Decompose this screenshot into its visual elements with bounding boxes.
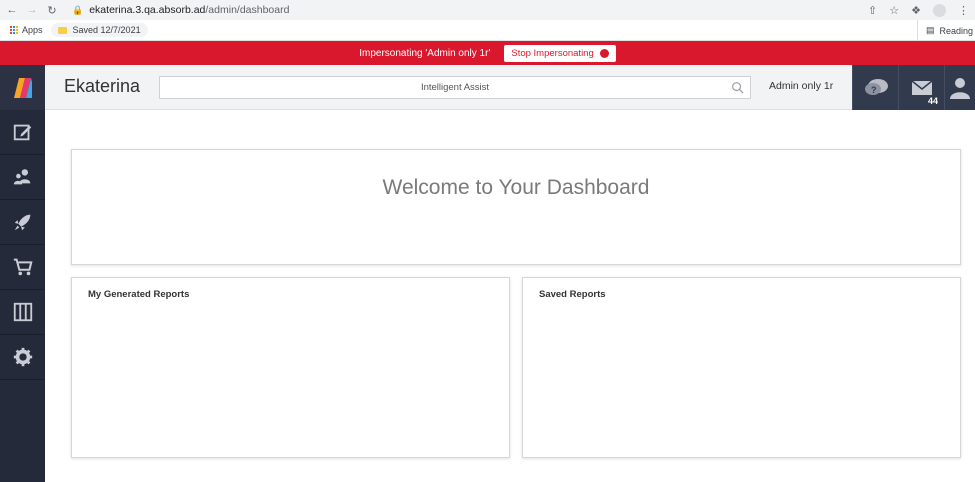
stop-impersonating-button[interactable]: Stop Impersonating xyxy=(504,44,616,62)
saved-bookmark-label: Saved 12/7/2021 xyxy=(72,25,141,35)
left-sidebar xyxy=(0,65,45,482)
columns-icon xyxy=(13,302,32,322)
sidebar-item-courses[interactable] xyxy=(0,200,45,245)
reload-icon[interactable]: ↻ xyxy=(44,4,60,17)
absorb-logo[interactable] xyxy=(0,65,45,110)
help-chat-button[interactable]: ? xyxy=(852,65,898,110)
sidebar-item-edit[interactable] xyxy=(0,110,45,155)
address-bar[interactable]: 🔒 ekaterina.3.qa.absorb.ad/admin/dashboa… xyxy=(72,2,289,18)
reading-list-icon: ▤ xyxy=(926,25,935,35)
gear-icon xyxy=(13,347,32,367)
absorb-logo-icon xyxy=(13,77,32,98)
back-arrow-icon[interactable]: ← xyxy=(4,4,20,16)
saved-bookmark-folder[interactable]: Saved 12/7/2021 xyxy=(50,23,148,37)
current-user-name[interactable]: Admin only 1r xyxy=(769,80,833,92)
impersonation-banner: Impersonating 'Admin only 1r' Stop Imper… xyxy=(0,41,975,65)
user-profile-icon xyxy=(950,77,970,99)
extensions-icon[interactable]: ❖ xyxy=(911,4,921,17)
chat-help-icon: ? xyxy=(864,78,888,95)
reading-list-label: Reading list xyxy=(939,25,975,36)
sidebar-item-layout[interactable] xyxy=(0,290,45,335)
saved-reports-card: Saved Reports xyxy=(522,277,961,458)
my-generated-reports-card: My Generated Reports xyxy=(71,277,510,458)
my-generated-reports-title: My Generated Reports xyxy=(88,289,190,300)
profile-button[interactable] xyxy=(944,65,975,110)
intelligent-assist-search[interactable]: Intelligent Assist xyxy=(159,76,751,99)
welcome-card: Welcome to Your Dashboard xyxy=(71,149,961,265)
cart-icon xyxy=(13,258,33,276)
messages-button[interactable]: 44 xyxy=(898,65,944,110)
sidebar-item-settings[interactable] xyxy=(0,335,45,380)
users-icon xyxy=(13,169,30,185)
folder-icon xyxy=(57,26,67,34)
app-header: Ekaterina Intelligent Assist Admin only … xyxy=(45,65,975,110)
svg-text:?: ? xyxy=(871,85,877,95)
stop-impersonating-label: Stop Impersonating xyxy=(511,47,594,59)
star-icon[interactable]: ☆ xyxy=(889,4,899,17)
apps-bookmark[interactable]: Apps xyxy=(22,25,43,35)
browser-toolbar: ← → ↻ 🔒 ekaterina.3.qa.absorb.ad/admin/d… xyxy=(0,0,975,20)
lock-icon: 🔒 xyxy=(72,4,84,15)
apps-grid-icon[interactable] xyxy=(10,26,18,34)
reading-list-button[interactable]: ▤ Reading list xyxy=(917,20,975,41)
edit-icon xyxy=(13,124,31,141)
search-placeholder: Intelligent Assist xyxy=(420,82,490,93)
search-icon[interactable] xyxy=(731,81,744,97)
impersonation-message: Impersonating 'Admin only 1r' xyxy=(359,47,491,59)
welcome-title: Welcome to Your Dashboard xyxy=(382,176,650,199)
share-icon[interactable]: ⇧ xyxy=(868,4,877,17)
url-path: /admin/dashboard xyxy=(205,4,290,16)
profile-avatar-icon[interactable] xyxy=(933,3,946,17)
envelope-icon xyxy=(911,79,932,95)
stop-record-icon xyxy=(599,48,609,58)
url-host: ekaterina.3.qa.absorb.ad xyxy=(89,4,206,16)
portal-name: Ekaterina xyxy=(64,76,141,96)
forward-arrow-icon[interactable]: → xyxy=(24,4,40,16)
browser-menu-icon[interactable]: ⋮ xyxy=(958,4,969,17)
sidebar-item-users[interactable] xyxy=(0,155,45,200)
rocket-icon xyxy=(14,214,30,231)
browser-actions: ⇧ ☆ ❖ ⋮ xyxy=(868,0,975,20)
bookmarks-bar: Apps Saved 12/7/2021 ▤ Reading list xyxy=(0,20,975,41)
message-count-badge: 44 xyxy=(927,96,938,106)
sidebar-item-ecommerce[interactable] xyxy=(0,245,45,290)
saved-reports-title: Saved Reports xyxy=(539,289,606,300)
